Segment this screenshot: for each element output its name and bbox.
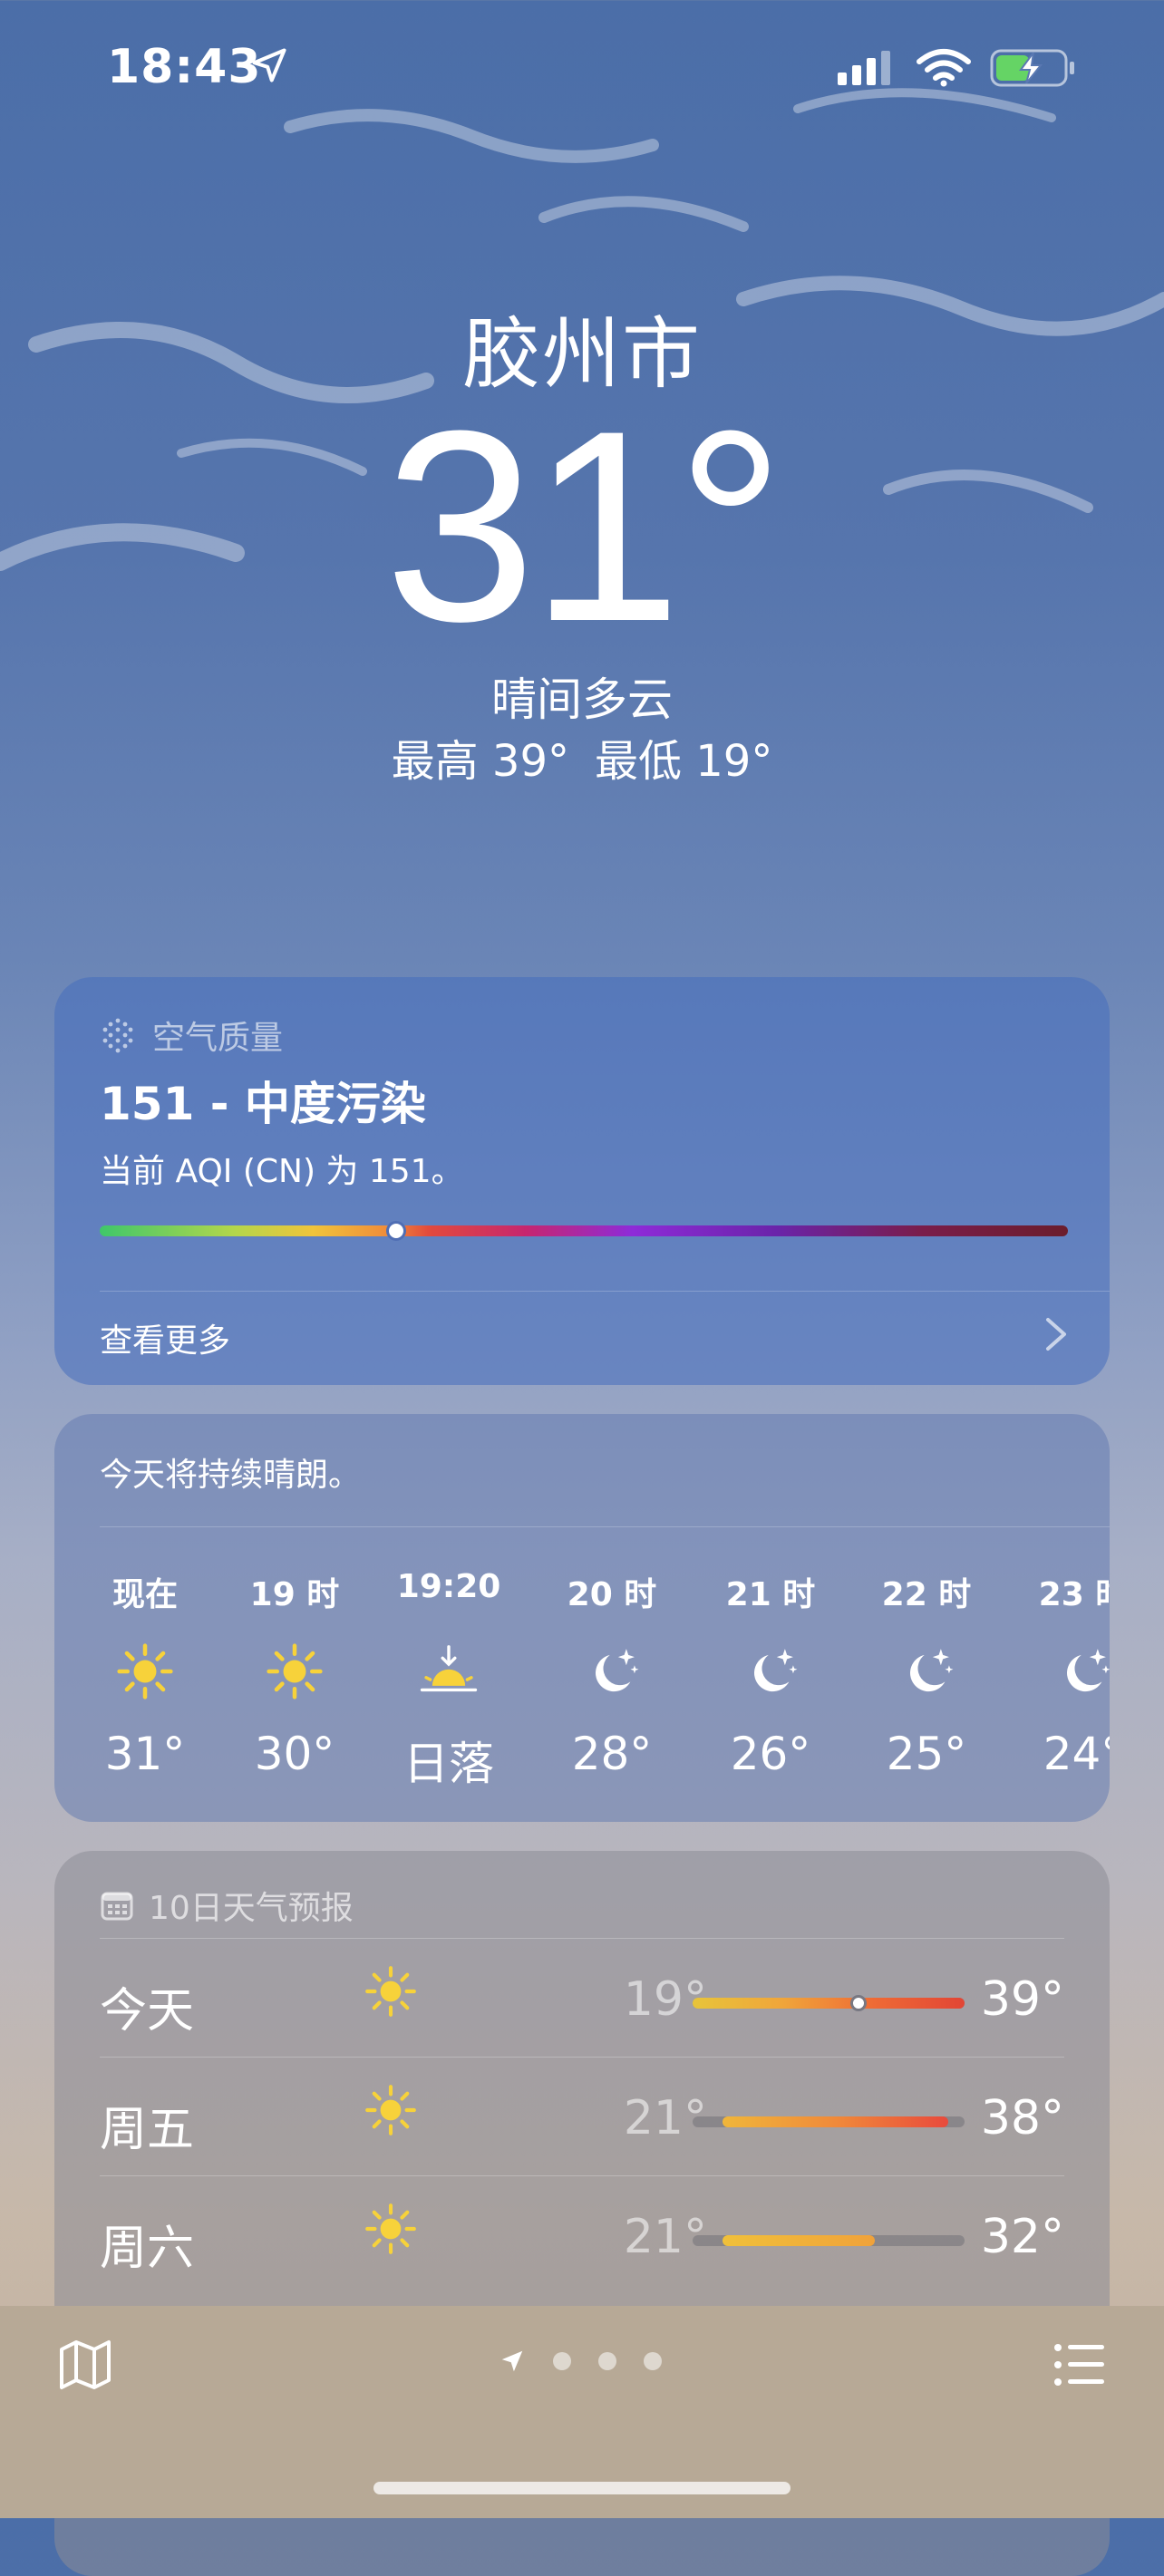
- divider: [100, 1938, 1064, 1939]
- hourly-temp: 24°: [1043, 1728, 1110, 1780]
- calendar-icon: [101, 1892, 133, 1921]
- aqi-indicator-dot: [385, 1221, 406, 1241]
- list-icon[interactable]: [1053, 2342, 1106, 2387]
- page-dot[interactable]: [644, 2352, 662, 2370]
- air-quality-card[interactable]: 空气质量 151 - 中度污染 当前 AQI (CN) 为 151。 查看更多: [54, 977, 1110, 1385]
- aqi-description: 当前 AQI (CN) 为 151。: [100, 1153, 464, 1190]
- sun-icon: [267, 1643, 323, 1700]
- current-temp-dot: [850, 1995, 867, 2011]
- page-dot[interactable]: [553, 2352, 571, 2370]
- hourly-time: 19:20: [396, 1568, 501, 1605]
- cellular-signal-icon: [838, 51, 890, 85]
- sun-icon: [365, 2085, 416, 2135]
- status-bar: 18:43: [0, 0, 1164, 136]
- day-label: 周五: [100, 2103, 195, 2157]
- moon-stars-icon: [596, 1649, 639, 1692]
- aqi-value: 151 - 中度污染: [100, 1078, 426, 1130]
- day-row[interactable]: 周六 21° 32°: [100, 2175, 1064, 2293]
- moon-stars-icon: [754, 1649, 798, 1692]
- chevron-right-icon[interactable]: [1043, 1314, 1070, 1354]
- current-temperature: 31°: [384, 373, 785, 678]
- hourly-temp: 28°: [571, 1728, 653, 1780]
- day-row[interactable]: 今天 19° 39°: [100, 1938, 1064, 2056]
- high-temp: 最高 39°: [391, 736, 569, 787]
- aqi-scale-bar: [100, 1221, 1068, 1241]
- divider: [100, 1526, 1110, 1527]
- moon-stars-icon: [910, 1649, 954, 1692]
- low-temp: 21°: [623, 2210, 707, 2264]
- hourly-temp: 日落: [403, 1738, 494, 1790]
- day-row[interactable]: 周五 21° 38°: [100, 2057, 1064, 2174]
- ten-day-title: 10日天气预报: [149, 1890, 354, 1927]
- hourly-item: 23 时 24°: [1015, 1568, 1110, 1780]
- air-quality-header: 空气质量: [100, 1012, 283, 1059]
- divider: [100, 2175, 1064, 2176]
- high-temp: 32°: [980, 2210, 1064, 2264]
- low-temp: 最低 19°: [595, 736, 773, 787]
- hourly-temp: 31°: [104, 1728, 186, 1780]
- hourly-time: 22 时: [881, 1576, 972, 1613]
- hourly-time: 21 时: [725, 1576, 816, 1613]
- location-arrow-icon: [501, 2350, 523, 2372]
- page-dot[interactable]: [598, 2352, 616, 2370]
- day-label: 周六: [100, 2222, 195, 2276]
- temperature-range-fill: [723, 2235, 875, 2246]
- hourly-item: 20 时 28°: [544, 1568, 680, 1780]
- hourly-temp: 30°: [254, 1728, 335, 1780]
- moon-stars-icon: [1067, 1649, 1110, 1692]
- hourly-item: 19 时 30°: [227, 1568, 363, 1780]
- condition-text: 晴间多云: [491, 673, 673, 726]
- location-arrow-icon: [252, 48, 286, 82]
- high-low: 最高 39° 最低 19°: [0, 725, 1164, 789]
- high-temp: 39°: [980, 1972, 1064, 2027]
- hourly-time: 20 时: [567, 1576, 657, 1613]
- hourly-item: 19:20 日落: [381, 1568, 517, 1793]
- hourly-item: 22 时 25°: [858, 1568, 994, 1780]
- air-quality-title: 空气质量: [152, 1020, 284, 1057]
- high-temp: 38°: [980, 2091, 1064, 2145]
- sun-icon: [365, 2203, 416, 2254]
- hourly-time: 19 时: [249, 1576, 340, 1613]
- air-quality-icon: [102, 1018, 133, 1053]
- hourly-summary: 今天将持续晴朗。: [100, 1457, 362, 1494]
- temperature-range-bar: [693, 2116, 965, 2127]
- wifi-icon: [917, 49, 971, 87]
- hourly-time: 23 时: [1038, 1576, 1110, 1613]
- status-time: 18:43: [107, 40, 262, 94]
- sun-icon: [117, 1643, 173, 1700]
- low-temp: 21°: [623, 2091, 707, 2145]
- day-label: 今天: [100, 1984, 195, 2039]
- temperature-range-fill: [693, 1998, 965, 2009]
- hourly-temp: 26°: [730, 1728, 811, 1780]
- page-indicator[interactable]: [499, 2348, 662, 2375]
- see-more-link[interactable]: 查看更多: [100, 1314, 230, 1361]
- temperature-range-bar: [693, 1995, 965, 2011]
- map-icon[interactable]: [58, 2339, 112, 2391]
- hourly-temp: 25°: [886, 1728, 967, 1780]
- ten-day-header: 10日天气预报: [100, 1882, 354, 1929]
- divider: [100, 1291, 1110, 1292]
- hourly-forecast-card[interactable]: 今天将持续晴朗。 现在 31° 19 时 30° 19:20 日落 20 时 28° 21 时2…: [54, 1414, 1110, 1822]
- low-temp: 19°: [623, 1972, 707, 2027]
- temperature-range-fill: [723, 2116, 948, 2127]
- hourly-item: 现在 31°: [77, 1568, 213, 1780]
- sun-icon: [365, 1966, 416, 2017]
- home-indicator[interactable]: [373, 2482, 791, 2494]
- sunset-icon: [420, 1645, 478, 1692]
- battery-charging-icon: [990, 49, 1074, 87]
- hourly-time: 现在: [112, 1576, 178, 1613]
- hourly-item: 21 时 26°: [703, 1568, 839, 1780]
- temperature-range-bar: [693, 2235, 965, 2246]
- divider: [100, 2057, 1064, 2058]
